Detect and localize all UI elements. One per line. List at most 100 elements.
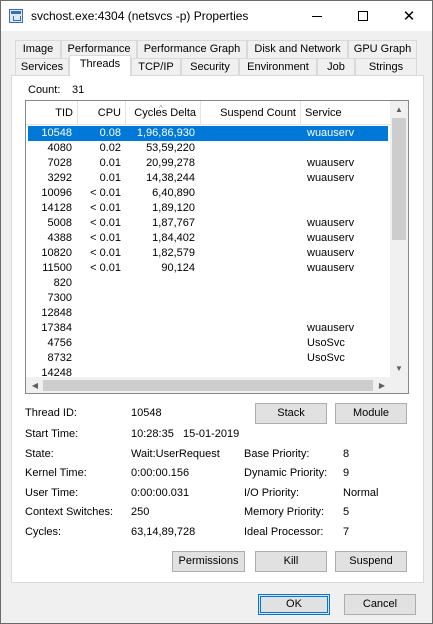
scroll-down-icon[interactable]: ▼: [390, 360, 408, 377]
maximize-button[interactable]: [340, 1, 386, 31]
cpu-cell: 0.01: [99, 172, 121, 184]
table-row[interactable]: 3292 0.01 14,38,244 wuauserv: [28, 171, 388, 186]
table-row[interactable]: 4080 0.02 53,59,220: [28, 141, 388, 156]
kernel-time-label: Kernel Time:: [25, 467, 87, 479]
tab-services[interactable]: Services: [15, 58, 69, 76]
cpu-cell: < 0.01: [90, 202, 121, 214]
stack-button[interactable]: Stack: [255, 403, 327, 424]
cycles-delta-cell: [126, 336, 195, 351]
table-row[interactable]: 10096 < 0.01 6,40,890: [28, 186, 388, 201]
cycles-delta-cell: 1,82,579: [152, 247, 195, 259]
table-row[interactable]: 17384 wuauserv: [28, 321, 388, 336]
service-cell: wuauserv: [307, 247, 355, 259]
tab-security[interactable]: Security: [181, 58, 239, 76]
service-cell: [307, 141, 387, 156]
process-properties-icon: [9, 9, 23, 23]
tid-cell: 8732: [47, 352, 72, 364]
cycles-label: Cycles:: [25, 526, 62, 538]
table-row[interactable]: 12848: [28, 306, 388, 321]
tab-gpu-graph[interactable]: GPU Graph: [348, 40, 417, 58]
start-time-value: 10:28:35 15-01-2019: [131, 428, 240, 440]
scroll-left-icon[interactable]: ◀: [26, 377, 44, 393]
tab-image[interactable]: Image: [15, 40, 61, 58]
table-row[interactable]: 7028 0.01 20,99,278 wuauserv: [28, 156, 388, 171]
column-tid[interactable]: TID: [26, 101, 78, 125]
service-cell: wuauserv: [307, 172, 355, 184]
ideal-processor-value: 7: [343, 526, 350, 538]
module-button[interactable]: Module: [335, 403, 407, 424]
tab-disk-and-network[interactable]: Disk and Network: [247, 40, 348, 58]
dynamic-priority-value: 9: [343, 467, 350, 479]
column-cycles-delta-label: Cycles Delta: [134, 107, 196, 119]
tab-strings[interactable]: Strings: [355, 58, 417, 76]
table-row[interactable]: 10820 < 0.01 1,82,579 wuauserv: [28, 246, 388, 261]
cpu-cell: [76, 291, 121, 306]
cpu-cell: [76, 336, 121, 351]
column-cpu[interactable]: CPU: [78, 101, 126, 125]
cycles-delta-cell: 1,87,767: [152, 217, 195, 229]
close-button[interactable]: ✕: [386, 1, 432, 31]
table-row-selected[interactable]: 10548 0.08 1,96,86,930 wuauserv: [28, 126, 388, 141]
tab-job[interactable]: Job: [317, 58, 355, 76]
suspend-button[interactable]: Suspend: [335, 551, 407, 572]
tid-cell: 14128: [41, 202, 72, 214]
tab-environment[interactable]: Environment: [239, 58, 317, 76]
service-cell: wuauserv: [307, 217, 355, 229]
table-row[interactable]: 4756 UsoSvc: [28, 336, 388, 351]
horizontal-scrollbar[interactable]: ◀ ▶: [26, 377, 391, 393]
service-cell: wuauserv: [307, 127, 355, 139]
cpu-cell: < 0.01: [90, 217, 121, 229]
table-row[interactable]: 11500 < 0.01 90,124 wuauserv: [28, 261, 388, 276]
service-cell: [307, 186, 387, 201]
service-cell: [307, 291, 387, 306]
scroll-right-icon[interactable]: ▶: [373, 377, 391, 393]
column-suspend-count[interactable]: Suspend Count: [201, 101, 301, 125]
cycles-delta-cell: 1,96,86,930: [136, 127, 195, 139]
io-priority-value: Normal: [343, 487, 379, 499]
kill-button[interactable]: Kill: [255, 551, 327, 572]
cycles-delta-cell: 53,59,220: [146, 142, 195, 154]
table-row[interactable]: 820: [28, 276, 388, 291]
scroll-up-icon[interactable]: ▲: [390, 101, 408, 118]
column-cycles-delta[interactable]: ^ Cycles Delta: [126, 101, 201, 125]
tid-cell: 4388: [47, 232, 72, 244]
minimize-button[interactable]: [294, 1, 340, 31]
vertical-scrollbar[interactable]: ▲ ▼: [390, 101, 408, 377]
scrollbar-corner: [390, 377, 408, 393]
user-time-value: 0:00:00.031: [131, 487, 190, 499]
cycles-delta-cell: [126, 291, 195, 306]
service-cell: wuauserv: [307, 322, 355, 334]
vertical-scroll-thumb[interactable]: [392, 118, 406, 240]
minimize-icon: [312, 15, 322, 17]
io-priority-label: I/O Priority:: [244, 487, 300, 499]
cpu-cell: < 0.01: [90, 262, 121, 274]
ok-button[interactable]: OK: [258, 594, 330, 615]
service-cell: wuauserv: [307, 157, 355, 169]
state-value: Wait:UserRequest: [131, 448, 220, 460]
tab-tcp-ip[interactable]: TCP/IP: [131, 58, 181, 76]
cycles-delta-cell: 14,38,244: [146, 172, 195, 184]
service-cell: [307, 201, 387, 216]
ideal-processor-label: Ideal Processor:: [244, 526, 324, 538]
tid-cell: 17384: [41, 322, 72, 334]
cycles-value: 63,14,89,728: [131, 526, 196, 538]
table-row[interactable]: 8732 UsoSvc: [28, 351, 388, 366]
cycles-delta-cell: [126, 306, 195, 321]
thread-list[interactable]: TID CPU ^ Cycles Delta Suspend Count Ser…: [25, 100, 409, 394]
table-row[interactable]: 7300: [28, 291, 388, 306]
cpu-cell: [76, 321, 121, 336]
cancel-button[interactable]: Cancel: [344, 594, 416, 615]
column-service[interactable]: Service: [301, 101, 390, 125]
thread-id-label: Thread ID:: [25, 407, 77, 419]
table-row[interactable]: 14128 < 0.01 1,89,120: [28, 201, 388, 216]
tid-cell: 12848: [41, 307, 72, 319]
tab-threads[interactable]: Threads: [69, 55, 131, 76]
cycles-delta-cell: 90,124: [161, 262, 195, 274]
tid-cell: 3292: [47, 172, 72, 184]
tid-cell: 7300: [47, 292, 72, 304]
tab-performance-graph[interactable]: Performance Graph: [137, 40, 247, 58]
table-row[interactable]: 4388 < 0.01 1,84,402 wuauserv: [28, 231, 388, 246]
horizontal-scroll-thumb[interactable]: [43, 380, 373, 391]
table-row[interactable]: 5008 < 0.01 1,87,767 wuauserv: [28, 216, 388, 231]
permissions-button[interactable]: Permissions: [172, 551, 245, 572]
